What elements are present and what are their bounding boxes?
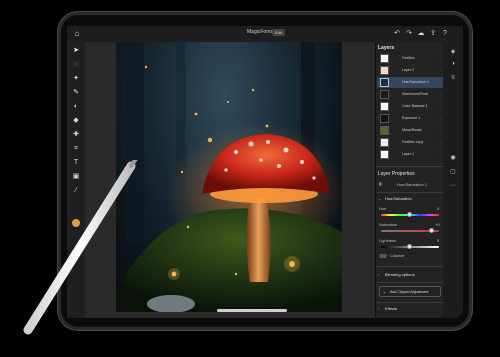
- add-clipped-adjustment-button[interactable]: + Add Clipped Adjustment: [379, 286, 441, 297]
- eye-icon[interactable]: ◦: [440, 116, 441, 121]
- more-icon[interactable]: ⋯: [449, 182, 457, 190]
- mask-icon[interactable]: ▢: [449, 168, 457, 176]
- layer-name: Mushroom/Final: [402, 92, 428, 96]
- panel-divider: [377, 192, 443, 193]
- layer-name: Layer 1: [402, 152, 414, 156]
- layer-name: Fireflies copy: [402, 140, 424, 144]
- layer-row[interactable]: Exposure 1 ◦: [377, 113, 443, 124]
- section-title: Hue/Saturation: [385, 196, 412, 201]
- eye-icon[interactable]: ◦: [440, 128, 441, 133]
- stack-icon[interactable]: ≡: [449, 74, 457, 82]
- add-clipped-label: Add Clipped Adjustment: [390, 290, 429, 294]
- effects-section[interactable]: Effects: [385, 306, 397, 311]
- plus-icon: +: [383, 290, 386, 295]
- chevron-right-icon[interactable]: ›: [378, 272, 379, 277]
- panel-rail: [443, 42, 463, 318]
- layer-thumbnail: [380, 114, 389, 123]
- layer-row[interactable]: Fireflies ◦: [377, 53, 443, 64]
- eye-icon[interactable]: ◦: [440, 92, 441, 97]
- panel-divider: [377, 302, 443, 303]
- layer-thumbnail: [380, 78, 389, 87]
- layer-thumbnail: [380, 90, 389, 99]
- chevron-down-icon[interactable]: ⌄: [378, 196, 381, 201]
- eye-icon[interactable]: ◦: [440, 104, 441, 109]
- adjust-icon[interactable]: ◑: [449, 60, 457, 68]
- layer-name: Moss/Rocks: [402, 128, 422, 132]
- saturation-label: Saturation: [379, 222, 398, 227]
- eye-icon[interactable]: ◦: [440, 80, 441, 85]
- layer-thumbnail: [380, 66, 389, 75]
- layer-row[interactable]: Layer 1 ◦: [377, 149, 443, 160]
- eye-icon[interactable]: ◦: [440, 152, 441, 157]
- hue-value: 0: [437, 206, 440, 211]
- stylus-pencil: [23, 160, 138, 335]
- panel-divider: [377, 166, 443, 167]
- lightness-slider-thumb[interactable]: [407, 244, 412, 249]
- colorize-label: Colorize: [390, 253, 405, 258]
- layer-row[interactable]: Moss/Rocks ◦: [377, 125, 443, 136]
- panel-divider: [377, 266, 443, 267]
- layer-thumbnail: [380, 102, 389, 111]
- visibility-icon[interactable]: ◉: [449, 154, 457, 162]
- colorize-toggle[interactable]: [379, 254, 387, 258]
- chevron-right-icon[interactable]: ›: [378, 306, 379, 311]
- layer-name: Hue/Saturation 1: [402, 80, 429, 84]
- eye-icon[interactable]: ◦: [440, 68, 441, 73]
- layer-properties-title: Layer Properties: [378, 171, 415, 177]
- lightness-value: 0: [437, 238, 440, 243]
- layer-thumbnail: [380, 150, 389, 159]
- layer-thumbnail: [380, 138, 389, 147]
- saturation-value: +9: [435, 222, 440, 227]
- layer-row[interactable]: Color Balance 1 ◦: [377, 101, 443, 112]
- layer-name: Color Balance 1: [402, 104, 428, 108]
- layer-row[interactable]: Mushroom/Final ◦: [377, 89, 443, 100]
- layers-title: Layers: [378, 45, 395, 51]
- eye-icon[interactable]: ◦: [440, 140, 441, 145]
- layer-name: Fireflies: [402, 56, 415, 60]
- properties-layer-name: Hue/Saturation 1: [397, 182, 428, 187]
- layer-name: Exposure 1: [402, 116, 421, 120]
- blending-options[interactable]: Blending options: [385, 272, 415, 277]
- saturation-slider-thumb[interactable]: [429, 228, 435, 233]
- hue-slider-thumb[interactable]: [407, 212, 412, 217]
- layer-row-selected[interactable]: Hue/Saturation 1 ◦: [377, 77, 443, 88]
- hue-label: Hue: [379, 206, 387, 211]
- stage: ⌂ MagicForest Edit ↶ ↷ ☁ ⇪ ? ➤ ◌ ✦ ✎ ◐ ◆…: [0, 0, 500, 357]
- panel-divider: [377, 282, 443, 283]
- layer-row[interactable]: Layer 2 ◦: [377, 65, 443, 76]
- eye-icon[interactable]: ◦: [440, 56, 441, 61]
- layers-icon[interactable]: ◈: [449, 48, 457, 56]
- layer-thumbnail: [380, 54, 389, 63]
- layer-thumbnail: [380, 126, 389, 135]
- layer-row[interactable]: Fireflies copy ◦: [377, 137, 443, 148]
- layer-name: Layer 2: [402, 68, 414, 72]
- lightness-label: Lightness: [379, 238, 397, 243]
- adjustment-icon: ◧: [379, 181, 383, 186]
